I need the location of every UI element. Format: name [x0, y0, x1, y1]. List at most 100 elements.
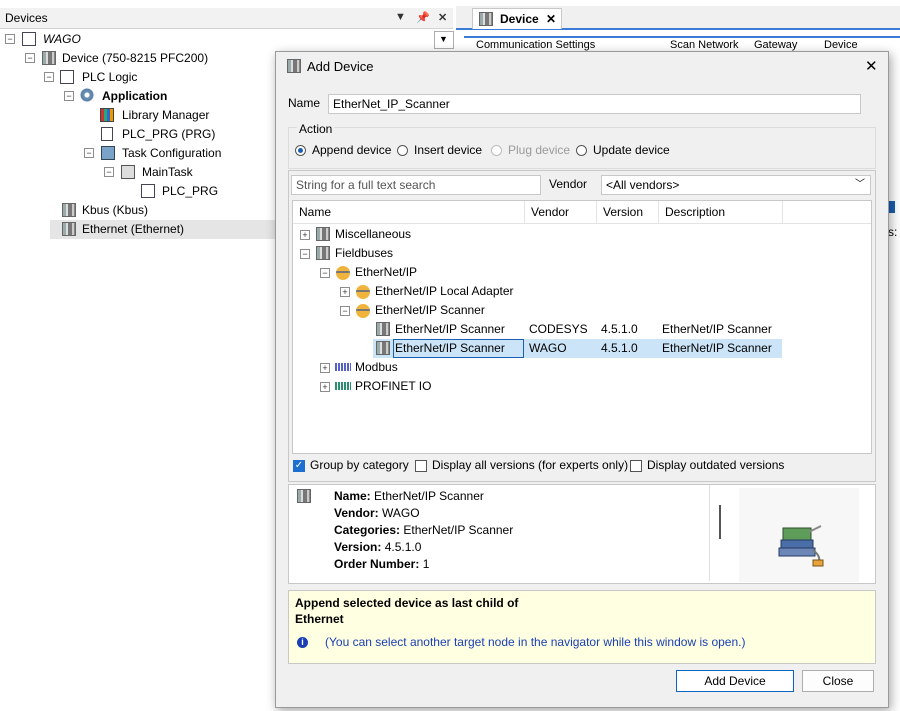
vendor-select[interactable]: <All vendors> ﹀ — [601, 175, 871, 195]
catalog-item-label: Modbus — [355, 360, 398, 374]
device-info-panel: Name: EtherNet/IP Scanner Vendor: WAGO C… — [288, 484, 876, 584]
info-splitter[interactable] — [719, 505, 721, 539]
devices-pane-header: Devices ▼ 📌 ✕ — [0, 8, 453, 29]
scan-network-button[interactable]: Scan Network — [670, 39, 738, 51]
device-icon — [376, 322, 390, 336]
tab-label: Device — [500, 12, 539, 26]
gear-icon — [80, 88, 94, 102]
expand-icon[interactable]: + — [320, 363, 330, 373]
tree-item-label: PLC_PRG (PRG) — [122, 127, 216, 141]
tree-root-dropdown[interactable]: ▼ — [434, 31, 454, 49]
communication-settings-tab[interactable]: Communication Settings — [476, 39, 595, 51]
add-device-dialog: Add Device ✕ Name EtherNet_IP_Scanner Ac… — [275, 51, 889, 708]
catalog-item-label: EtherNet/IP — [355, 265, 418, 279]
editor-toolbar: Communication Settings Scan Network Gate… — [464, 36, 900, 52]
device-icon — [62, 203, 76, 217]
collapse-icon[interactable]: − — [300, 249, 310, 259]
add-device-button[interactable]: Add Device — [676, 670, 794, 692]
library-icon — [100, 108, 114, 122]
collapse-icon[interactable]: − — [340, 306, 350, 316]
action-group: Action Append device Insert device Plug … — [288, 122, 876, 169]
device-name-cell: EtherNet/IP Scanner — [393, 339, 524, 358]
tree-item-label: PLC Logic — [82, 70, 138, 84]
tab-device[interactable]: Device ✕ — [472, 8, 562, 29]
tree-item-label: PLC_PRG — [162, 184, 219, 198]
chevron-down-icon: ﹀ — [855, 179, 865, 190]
catalog-item-label: EtherNet/IP Scanner — [375, 303, 485, 317]
vendor-select-value: <All vendors> — [606, 178, 680, 192]
device-icon — [297, 489, 311, 503]
chevron-down-icon: ▼ — [439, 34, 448, 44]
device-icon — [376, 341, 390, 355]
device-vendor-cell: WAGO — [529, 341, 567, 355]
collapse-icon[interactable]: − — [104, 167, 114, 177]
close-button[interactable]: Close — [802, 670, 874, 692]
editor-side-text: s: — [888, 225, 898, 239]
tree-item-label: MainTask — [142, 165, 193, 179]
device-icon — [287, 59, 301, 73]
radio-label: Append device — [312, 143, 392, 157]
column-vendor[interactable]: Vendor — [525, 201, 597, 223]
radio-label: Insert device — [414, 143, 483, 157]
pin-icon[interactable]: 📌 — [416, 11, 430, 24]
expand-icon[interactable]: + — [320, 382, 330, 392]
catalog-item-label: Fieldbuses — [335, 246, 394, 260]
device-icon — [479, 12, 493, 26]
ethernet-ip-icon — [356, 285, 370, 299]
tree-item-label: Ethernet (Ethernet) — [82, 222, 185, 236]
profinet-icon — [335, 382, 351, 390]
catalog-device-row[interactable]: EtherNet/IP Scanner CODESYS 4.5.1.0 Ethe… — [293, 320, 871, 339]
vendor-label: Vendor — [549, 177, 588, 191]
collapse-icon[interactable]: − — [5, 34, 15, 44]
tree-item-label: Device (750-8215 PFC200) — [62, 51, 209, 65]
checkbox-box — [415, 460, 427, 472]
expand-icon[interactable]: + — [340, 287, 350, 297]
tree-item-label: Library Manager — [122, 108, 210, 122]
catalog-device-row-selected[interactable]: EtherNet/IP Scanner WAGO 4.5.1.0 EtherNe… — [373, 339, 782, 358]
column-version[interactable]: Version — [597, 201, 659, 223]
device-menu[interactable]: Device — [824, 39, 858, 51]
gateway-menu[interactable]: Gateway — [754, 39, 797, 51]
program-icon — [101, 127, 113, 141]
tree-item-label: WAGO — [43, 32, 81, 46]
column-description[interactable]: Description — [659, 201, 783, 223]
collapse-icon[interactable]: − — [64, 91, 74, 101]
hint-panel: Append selected device as last child of … — [288, 590, 876, 664]
collapse-icon[interactable]: − — [320, 268, 330, 278]
info-version: Version: 4.5.1.0 — [334, 540, 422, 554]
device-description-cell: EtherNet/IP Scanner — [662, 322, 772, 336]
info-divider — [709, 485, 710, 581]
device-image — [739, 488, 859, 582]
column-name[interactable]: Name — [293, 201, 525, 223]
device-icon — [62, 222, 76, 236]
checkbox-box — [630, 460, 642, 472]
info-categories: Categories: EtherNet/IP Scanner — [334, 523, 514, 537]
collapse-icon[interactable]: − — [84, 148, 94, 158]
expand-icon[interactable]: + — [300, 230, 310, 240]
info-name: Name: EtherNet/IP Scanner — [334, 489, 484, 503]
radio-label: Plug device — [508, 143, 571, 157]
checkbox-label: Display all versions (for experts only) — [432, 458, 629, 472]
device-version-cell: 4.5.1.0 — [601, 341, 638, 355]
close-icon[interactable]: ✕ — [438, 11, 447, 24]
collapse-icon[interactable]: − — [44, 72, 54, 82]
modbus-icon — [335, 363, 351, 371]
radio-indicator — [397, 145, 408, 156]
search-input[interactable]: String for a full text search — [291, 175, 541, 195]
device-icon — [42, 51, 56, 65]
device-name-cell: EtherNet/IP Scanner — [395, 322, 505, 336]
task-icon — [121, 165, 135, 179]
close-icon[interactable]: ✕ — [865, 57, 878, 75]
radio-indicator — [491, 145, 502, 156]
close-icon[interactable]: ✕ — [546, 12, 556, 26]
ethernet-ip-icon — [336, 266, 350, 280]
checkbox-label: Group by category — [310, 458, 409, 472]
radio-indicator — [576, 145, 587, 156]
device-description-cell: EtherNet/IP Scanner — [662, 341, 772, 355]
device-name-input[interactable]: EtherNet_IP_Scanner — [328, 94, 861, 114]
device-catalog-list: Name Vendor Version Description + Miscel… — [292, 200, 872, 454]
collapse-icon[interactable]: − — [25, 53, 35, 63]
ethernet-ip-icon — [356, 304, 370, 318]
tree-item-label: Application — [102, 89, 168, 103]
chevron-down-icon[interactable]: ▼ — [395, 11, 406, 23]
